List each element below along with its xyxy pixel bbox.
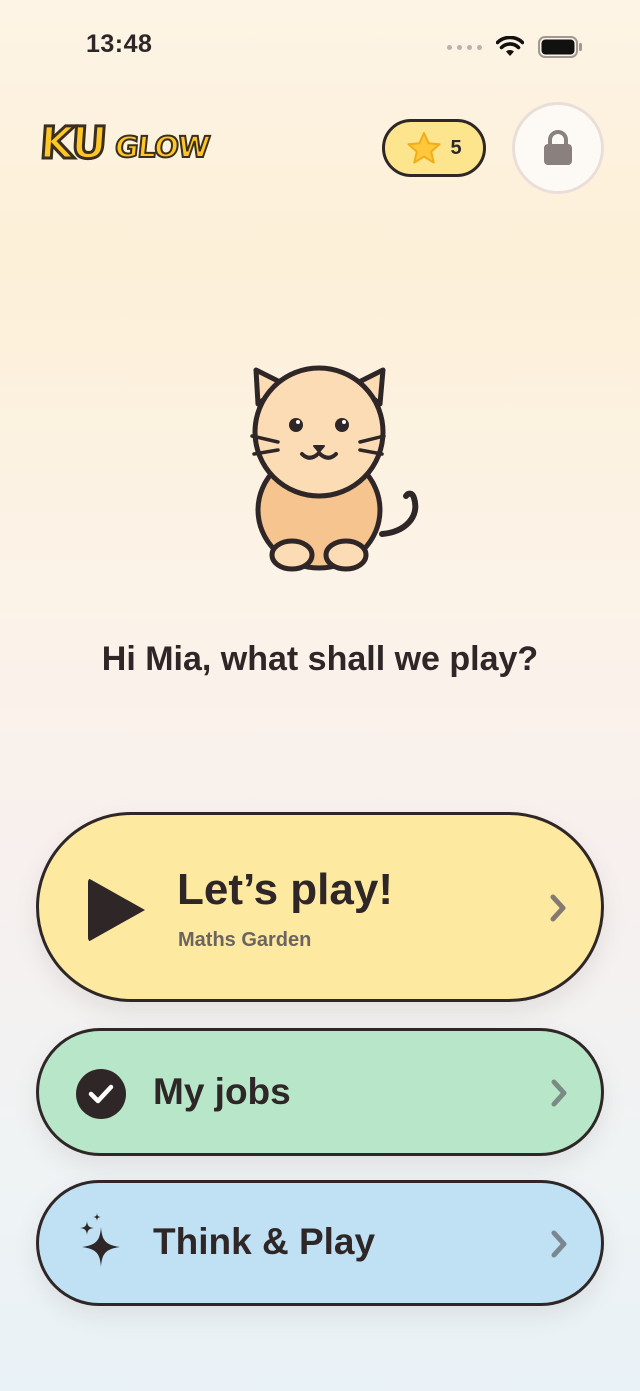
sparkle-icon <box>80 1213 120 1267</box>
app-logo: KU GLOW <box>37 117 212 171</box>
my-jobs-button[interactable]: My jobs <box>36 1028 604 1156</box>
think-and-play-label: Think & Play <box>153 1221 376 1262</box>
lock-icon <box>544 130 572 165</box>
chevron-right-icon <box>550 894 566 922</box>
battery-icon <box>538 36 582 58</box>
chevron-right-icon <box>551 1079 567 1107</box>
think-and-play-button[interactable]: Think & Play <box>36 1180 604 1306</box>
my-jobs-label: My jobs <box>153 1071 291 1112</box>
chevron-right-icon <box>551 1230 567 1258</box>
status-bar: 13:48 <box>0 0 640 92</box>
cellular-dots-icon <box>447 44 482 50</box>
logo-primary-text: KU <box>37 117 109 171</box>
lets-play-button[interactable]: Let’s play! Maths Garden <box>36 812 604 1002</box>
play-icon <box>88 878 145 942</box>
lock-button[interactable] <box>512 102 604 194</box>
status-icons <box>447 36 584 58</box>
lets-play-subtitle: Maths Garden <box>178 929 312 951</box>
star-counter[interactable]: 5 <box>382 119 486 177</box>
cat-icon <box>250 365 419 572</box>
star-icon <box>407 132 442 164</box>
status-time: 13:48 <box>86 30 153 58</box>
lets-play-title: Let’s play! <box>177 865 393 914</box>
wifi-icon <box>496 36 524 56</box>
greeting-text: Hi Mia, what shall we play? <box>101 640 539 678</box>
star-count: 5 <box>450 136 462 159</box>
logo-secondary-text: GLOW <box>112 129 211 165</box>
check-circle-icon <box>76 1069 126 1119</box>
